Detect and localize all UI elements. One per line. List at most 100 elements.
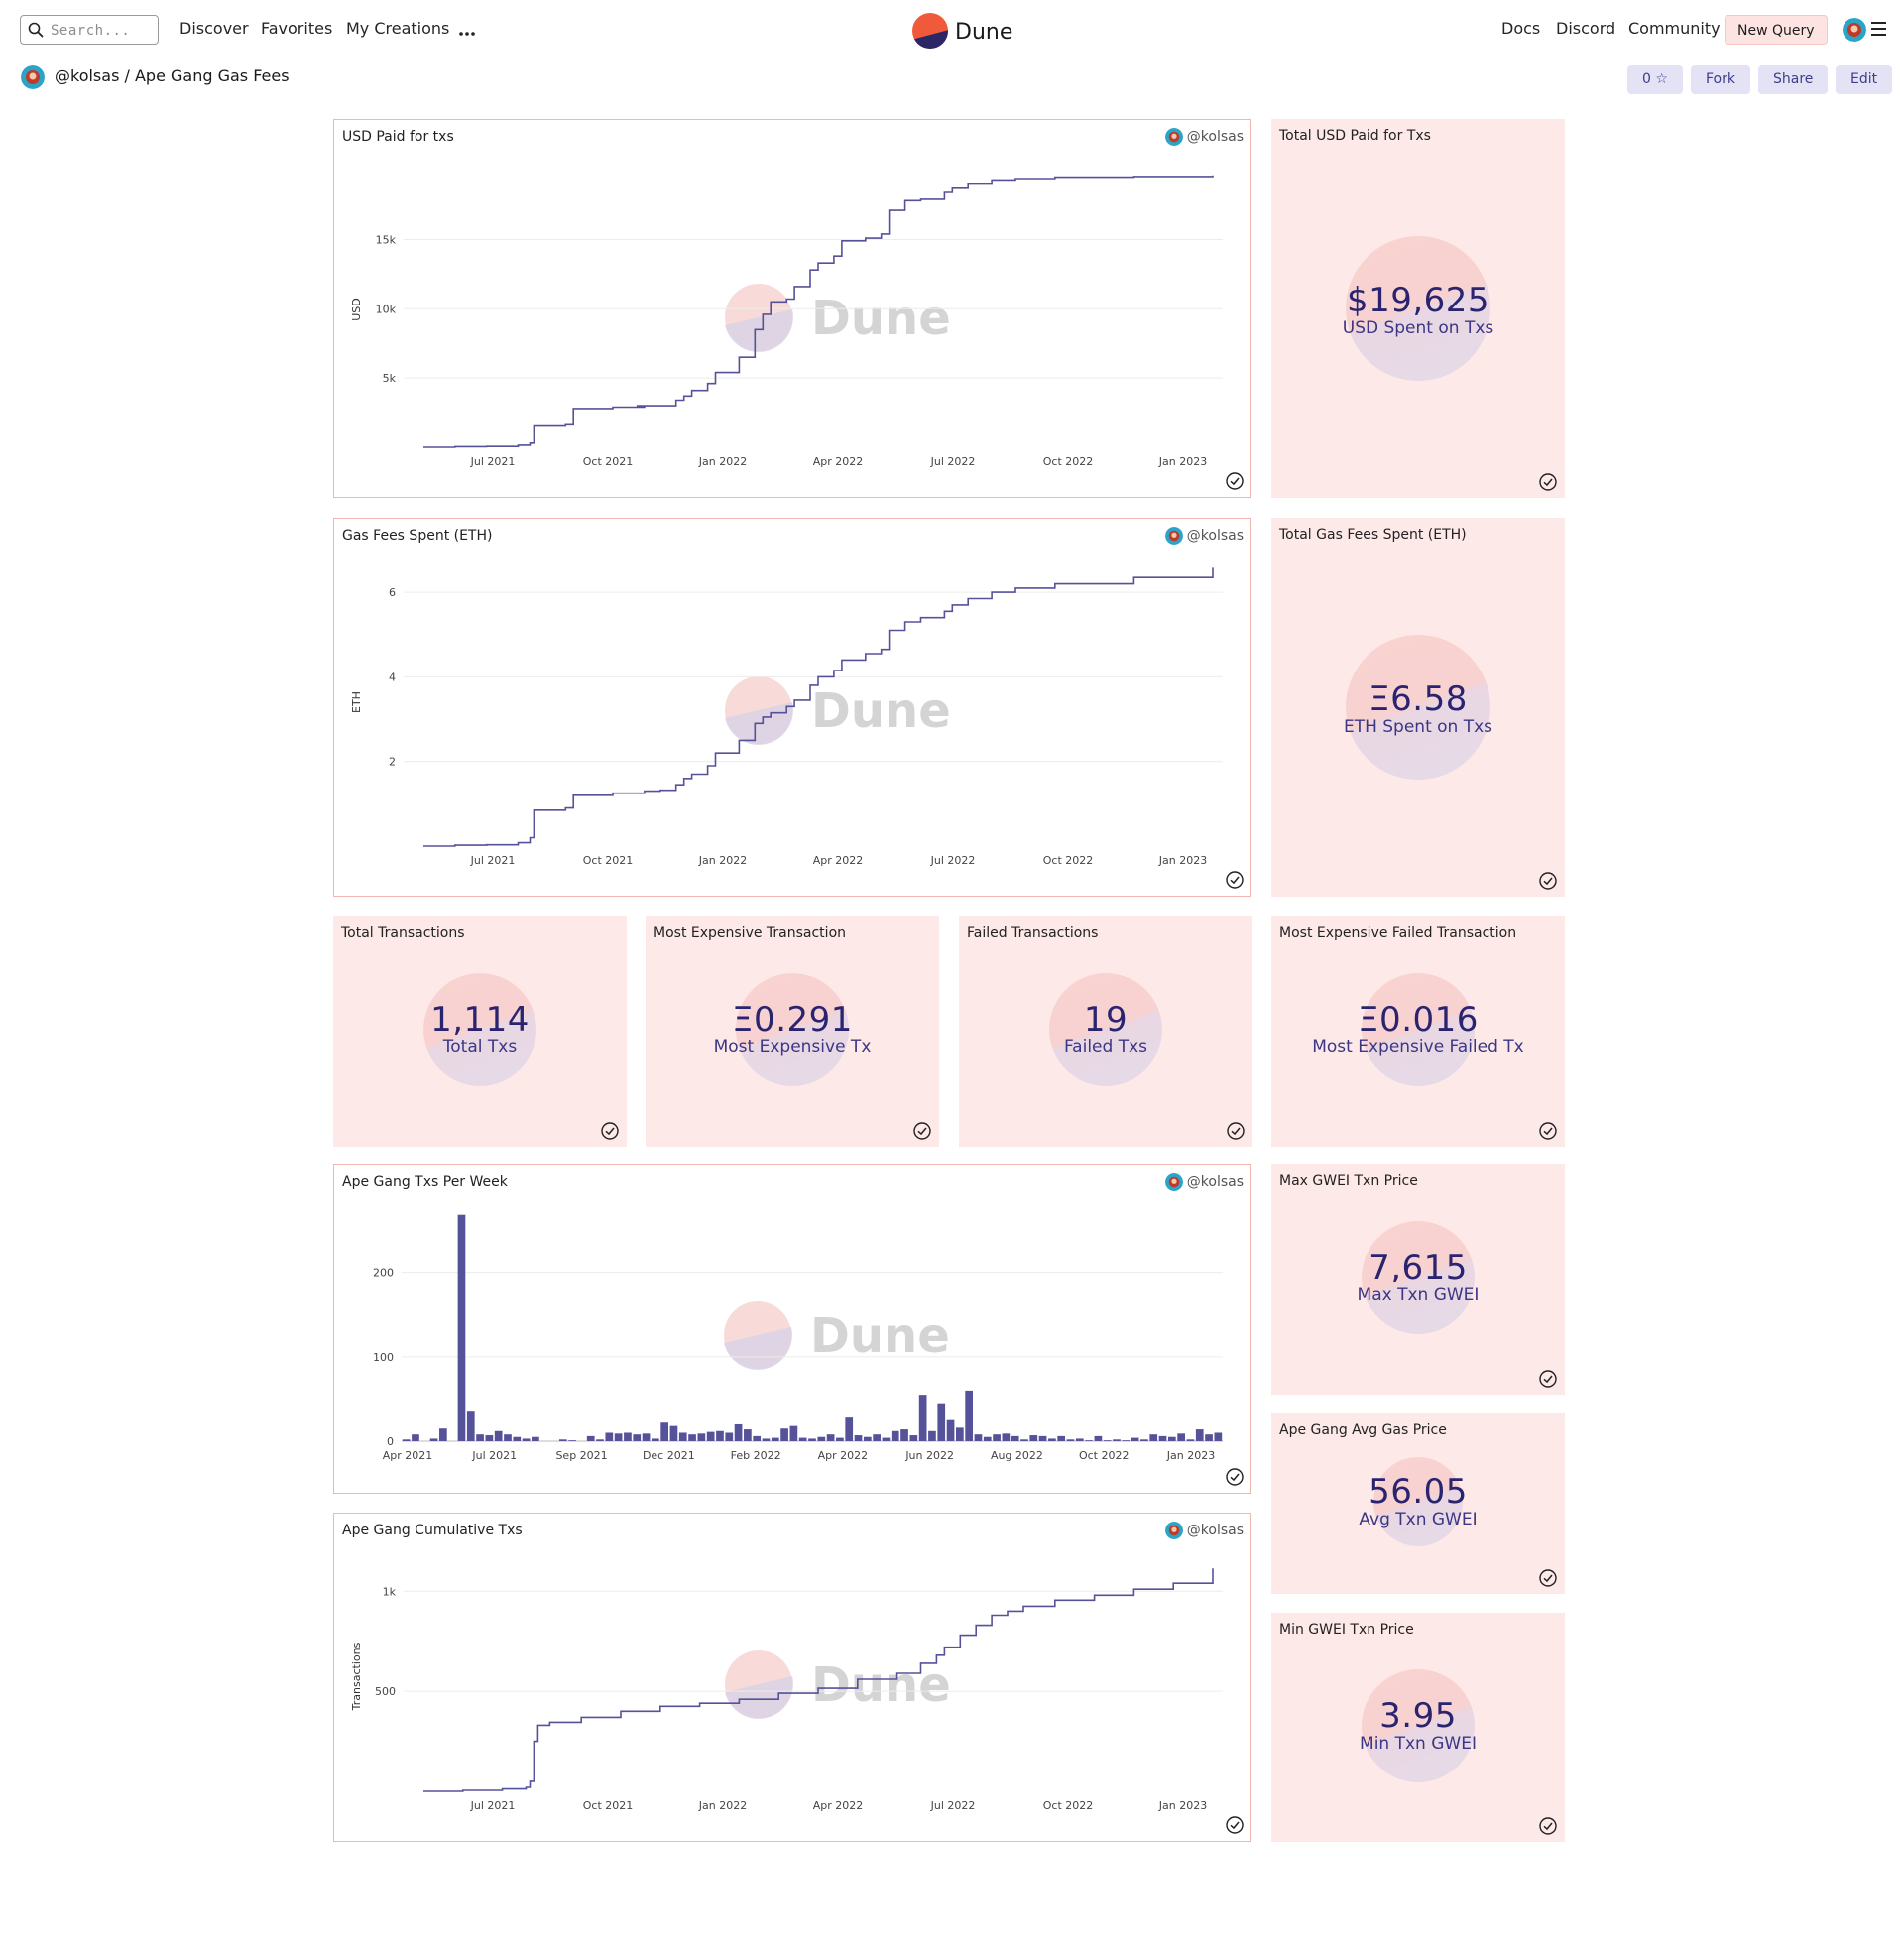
bar (1113, 1439, 1121, 1441)
counter-label: Max Txn GWEI (1357, 1285, 1480, 1305)
x-tick-label: Jan 2023 (1158, 455, 1207, 468)
nav-my-creations[interactable]: My Creations (346, 19, 449, 38)
avg-gas-price-card: Ape Gang Avg Gas Price 56.05 Avg Txn GWE… (1271, 1413, 1565, 1594)
bar (633, 1434, 642, 1441)
x-tick-label: Oct 2022 (1079, 1449, 1130, 1462)
star-button[interactable]: 0 ☆ (1627, 65, 1683, 94)
counter-label: Most Expensive Tx (713, 1038, 872, 1057)
bar (928, 1430, 936, 1441)
counter-label: Min Txn GWEI (1360, 1734, 1477, 1754)
check-icon (1539, 1370, 1557, 1388)
gas-fees-plot[interactable]: Dune 2 4 6 ETH Jul 2021 Oct 2021 Jan 2022 Apr 20… (334, 519, 1252, 898)
counter-title: Most Expensive Failed Transaction (1279, 925, 1517, 941)
dune-watermark: Dune (725, 284, 951, 352)
bar (993, 1434, 1001, 1441)
bar (891, 1430, 899, 1441)
bar (669, 1425, 678, 1441)
nav-community[interactable]: Community (1628, 19, 1721, 38)
bar (918, 1395, 927, 1441)
bar (826, 1434, 835, 1441)
bar (974, 1434, 983, 1441)
counter-title: Total USD Paid for Txs (1279, 128, 1431, 144)
cumulative-txs-plot[interactable]: Dune 500 1k Transactions Jul 2021 Oct 2021 Jan… (334, 1514, 1252, 1843)
x-tick-label: Jul 2021 (470, 854, 516, 867)
bar (614, 1433, 623, 1441)
bar (1002, 1433, 1011, 1441)
bar (937, 1403, 946, 1441)
bar (558, 1439, 567, 1441)
top-navigation-bar: Discover Favorites My Creations Dune Doc… (0, 0, 1904, 61)
counter-label: Total Txs (442, 1038, 518, 1057)
counter-title: Max GWEI Txn Price (1279, 1173, 1418, 1189)
x-tick-label: Oct 2021 (583, 455, 634, 468)
bar (1011, 1435, 1019, 1441)
x-tick-label: Feb 2022 (731, 1449, 781, 1462)
y-tick-label: 2 (389, 756, 396, 769)
more-horizontal-icon[interactable] (459, 22, 475, 41)
bar (771, 1437, 779, 1441)
x-tick-label: Dec 2021 (643, 1449, 695, 1462)
usd-paid-plot[interactable]: Dune 5k 10k 15k USD Jul 2021 Oct 2021 Jan 2022 A… (334, 120, 1252, 499)
counter-value: 19 (1083, 1000, 1129, 1039)
x-tick-label: Jan 2023 (1158, 854, 1207, 867)
bar (1205, 1434, 1213, 1441)
nav-discord[interactable]: Discord (1556, 19, 1615, 38)
counter-label: Failed Txs (1063, 1038, 1148, 1057)
bar (753, 1435, 762, 1441)
x-tick-label: Oct 2022 (1043, 854, 1094, 867)
y-axis-label: USD (350, 298, 363, 321)
bar (1029, 1435, 1038, 1441)
bar (946, 1419, 955, 1441)
bar (1167, 1436, 1176, 1441)
bar (1177, 1433, 1185, 1441)
author-avatar[interactable] (21, 65, 45, 89)
bar (1195, 1429, 1204, 1441)
menu-icon[interactable] (1871, 22, 1886, 36)
dashboard-breadcrumb: @kolsas / Ape Gang Gas Fees (55, 66, 290, 85)
edit-button[interactable]: Edit (1836, 65, 1893, 94)
bar (466, 1411, 475, 1441)
bar (900, 1429, 908, 1441)
min-gwei-card: Min GWEI Txn Price 3.95 Min Txn GWEI (1271, 1613, 1565, 1842)
bar (873, 1434, 881, 1441)
bar (725, 1432, 734, 1441)
x-tick-label: Jun 2022 (904, 1449, 954, 1462)
search-box[interactable] (20, 15, 159, 45)
share-button[interactable]: Share (1758, 65, 1829, 94)
y-tick-label: 100 (373, 1351, 394, 1364)
check-icon (1226, 472, 1244, 490)
bar (1057, 1435, 1066, 1441)
nav-favorites[interactable]: Favorites (261, 19, 332, 38)
check-icon (1227, 1122, 1245, 1140)
bar (909, 1435, 918, 1441)
y-tick-label: 5k (383, 372, 397, 385)
counter-title: Min GWEI Txn Price (1279, 1622, 1414, 1638)
x-tick-label: Apr 2022 (813, 455, 864, 468)
max-gwei-card: Max GWEI Txn Price 7,615 Max Txn GWEI (1271, 1164, 1565, 1395)
y-tick-label: 1k (383, 1585, 397, 1598)
nav-discover[interactable]: Discover (179, 19, 249, 38)
bar (1066, 1439, 1075, 1441)
fork-button[interactable]: Fork (1691, 65, 1750, 94)
bar (532, 1436, 539, 1441)
bar (1149, 1434, 1158, 1441)
search-input[interactable] (51, 21, 154, 41)
bar (956, 1427, 964, 1441)
bar (697, 1433, 706, 1441)
bar (678, 1432, 687, 1441)
bar (429, 1438, 438, 1441)
nav-docs[interactable]: Docs (1501, 19, 1540, 38)
bar (513, 1436, 522, 1441)
x-tick-label: Jul 2022 (930, 1799, 976, 1812)
check-icon (1539, 872, 1557, 890)
check-icon (1226, 1468, 1244, 1486)
new-query-button[interactable]: New Query (1725, 15, 1828, 45)
txs-per-week-plot[interactable]: Dune 0 100 200 Apr 2021 Jul 2021 Sep 2021 Dec 2… (334, 1165, 1252, 1495)
watermark-text: Dune (811, 1657, 951, 1713)
user-avatar[interactable] (1843, 18, 1866, 42)
bar (522, 1438, 531, 1441)
bar (485, 1435, 494, 1441)
check-icon (1539, 1122, 1557, 1140)
x-tick-label: Oct 2021 (583, 1799, 634, 1812)
dune-logo-icon (912, 13, 948, 49)
